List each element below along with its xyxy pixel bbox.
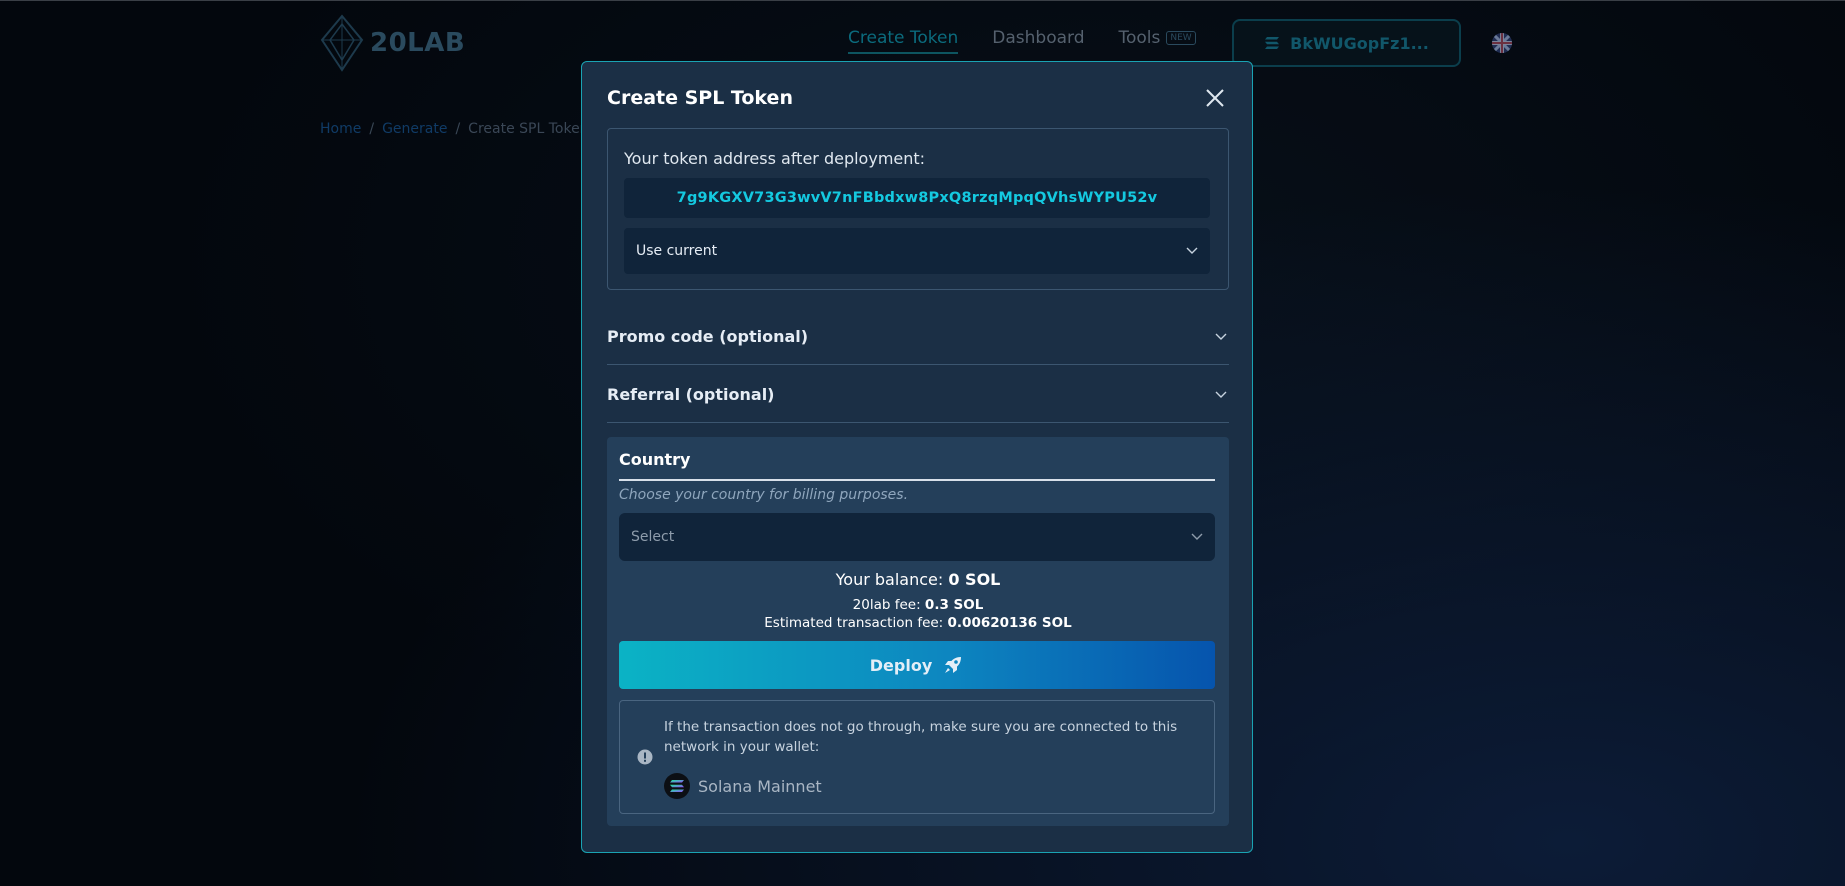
service-fee-label: 20lab fee: [852,597,925,613]
main-nav: Create Token Dashboard Tools NEW [848,28,1196,54]
nav-tools[interactable]: Tools NEW [1119,28,1196,54]
balance-value: 0 SOL [948,570,1001,589]
modal-title: Create SPL Token [607,87,793,109]
service-fee-line: 20lab fee: 0.3 SOL [607,597,1229,613]
token-address-value[interactable]: 7g9KGXV73G3wvV7nFBbdxw8PxQ8rzqMpqQVhsWYP… [624,178,1210,218]
balance-line: Your balance: 0 SOL [607,570,1229,589]
token-address-section: Your token address after deployment: 7g9… [607,128,1229,290]
network-row: Solana Mainnet [664,773,822,799]
transaction-fee-value: 0.00620136 SOL [947,615,1072,631]
network-info-text: If the transaction does not go through, … [664,719,1178,755]
diamond-logo-icon [320,14,364,72]
breadcrumb: Home / Generate / Create SPL Token [320,121,589,137]
wallet-button[interactable]: BkWUGopFz1... [1232,19,1461,67]
billing-panel: Country Choose your country for billing … [607,437,1229,826]
country-select[interactable]: Select [619,513,1215,561]
wallet-address: BkWUGopFz1... [1290,33,1429,53]
chevron-down-icon [1191,533,1203,540]
breadcrumb-separator: / [455,121,461,137]
nav-tools-label: Tools [1118,28,1161,48]
country-title: Country [619,450,691,469]
language-flag-icon[interactable] [1492,33,1512,53]
alert-icon [637,749,653,765]
logo-text: 20LAB [370,28,466,58]
breadcrumb-current: Create SPL Token [468,121,589,137]
breadcrumb-generate[interactable]: Generate [382,121,447,137]
deploy-button[interactable]: Deploy [619,641,1215,689]
deploy-label: Deploy [869,655,933,675]
breadcrumb-home[interactable]: Home [320,121,361,137]
nav-dashboard[interactable]: Dashboard [992,28,1084,54]
service-fee-value: 0.3 SOL [924,597,984,613]
promo-code-accordion[interactable]: Promo code (optional) [607,309,1229,365]
referral-label: Referral (optional) [607,385,775,404]
logo[interactable]: 20LAB [320,14,465,72]
new-badge: NEW [1166,31,1196,45]
referral-accordion[interactable]: Referral (optional) [607,367,1229,423]
create-token-modal: Create SPL Token Your token address afte… [581,61,1253,853]
token-address-label: Your token address after deployment: [624,149,926,168]
divider [619,479,1215,481]
address-mode-select[interactable]: Use current [624,228,1210,274]
close-icon[interactable] [1203,86,1227,110]
chevron-down-icon [1215,333,1227,340]
country-select-placeholder: Select [631,529,675,545]
chevron-down-icon [1186,247,1198,254]
solana-icon [1265,37,1280,49]
solana-logo-icon [664,773,690,799]
transaction-fee-label: Estimated transaction fee: [764,615,948,631]
rocket-icon [945,657,962,673]
transaction-fee-line: Estimated transaction fee: 0.00620136 SO… [607,615,1229,631]
breadcrumb-separator: / [369,121,375,137]
country-hint: Choose your country for billing purposes… [619,487,909,503]
promo-code-label: Promo code (optional) [607,327,809,346]
nav-create-token[interactable]: Create Token [848,28,959,54]
chevron-down-icon [1215,391,1227,398]
network-name: Solana Mainnet [698,776,822,796]
network-info-box: If the transaction does not go through, … [619,700,1215,814]
address-mode-value: Use current [636,243,718,259]
balance-label: Your balance: [835,570,949,589]
